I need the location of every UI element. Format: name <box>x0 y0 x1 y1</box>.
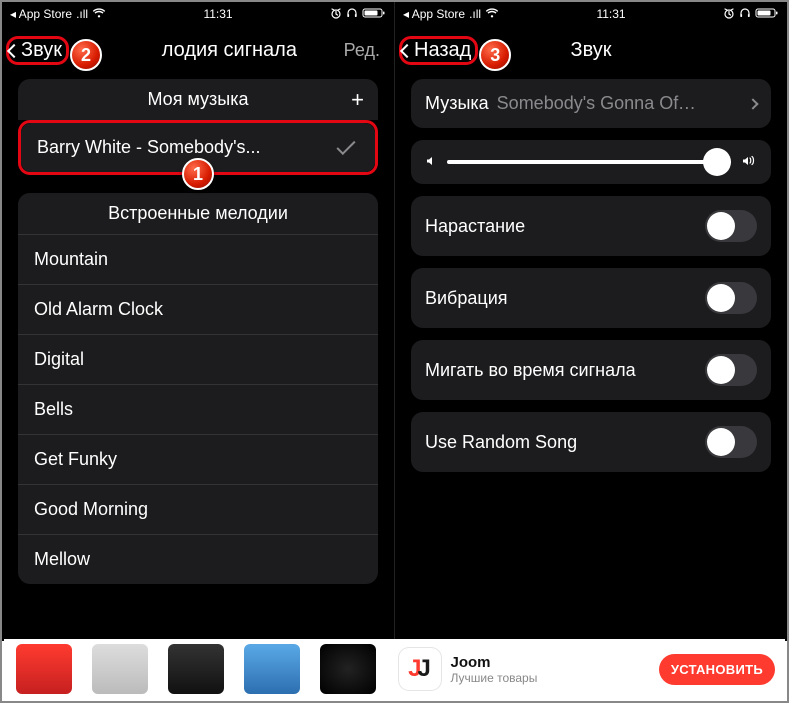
nav-title: Звук <box>570 39 611 62</box>
back-button[interactable]: Звук 2 <box>6 36 69 65</box>
random-row: Use Random Song <box>411 412 771 472</box>
marker-2: 2 <box>70 39 102 71</box>
music-label: Музыка <box>425 93 489 114</box>
back-label: Звук <box>21 39 62 62</box>
music-row[interactable]: Музыка Somebody's Gonna Off... <box>411 79 771 128</box>
ad-product-earbuds-red <box>16 644 72 694</box>
my-music-header: Моя музыка + <box>18 79 378 120</box>
speaker-low-icon <box>425 154 437 170</box>
builtin-header-label: Встроенные мелодии <box>108 203 288 223</box>
headphones-icon <box>739 7 751 22</box>
list-item[interactable]: Digital <box>18 334 378 384</box>
ad-product-headphones <box>244 644 300 694</box>
chevron-left-icon <box>400 43 414 57</box>
nav-title: лодия сигнала <box>162 39 297 62</box>
status-right <box>330 7 386 22</box>
flash-label: Мигать во время сигнала <box>425 360 636 381</box>
marker-3: 3 <box>479 39 511 71</box>
ad-joom[interactable]: JJ Joom Лучшие товары УСТАНОВИТЬ <box>389 639 786 699</box>
rise-row: Нарастание <box>411 196 771 256</box>
battery-icon <box>362 7 386 22</box>
status-right <box>723 7 779 22</box>
ad-product-charger <box>92 644 148 694</box>
headphones-icon <box>346 7 358 22</box>
flash-switch[interactable] <box>705 354 757 386</box>
back-to-appstore[interactable]: ◂ App Store <box>10 7 72 21</box>
music-value: Somebody's Gonna Off... <box>497 93 697 114</box>
marker-1: 1 <box>182 158 214 190</box>
back-to-appstore[interactable]: ◂ App Store <box>403 7 465 21</box>
wifi-icon <box>92 7 106 21</box>
canvas: ◂ App Store .ıll 11:31 <box>0 0 789 703</box>
flash-row: Мигать во время сигнала <box>411 340 771 400</box>
speaker-high-icon <box>741 154 757 170</box>
nav-bar: Назад 3 Звук <box>395 26 787 79</box>
song-title: Barry White - Somebody's... <box>37 137 261 158</box>
chevron-left-icon <box>7 43 21 57</box>
my-music-header-label: Моя музыка <box>147 89 248 110</box>
back-button[interactable]: Назад 3 <box>399 36 478 65</box>
edit-button[interactable]: Ред. <box>344 40 390 61</box>
checkmark-icon <box>336 136 355 155</box>
list-item[interactable]: Bells <box>18 384 378 434</box>
install-button[interactable]: УСТАНОВИТЬ <box>659 654 775 685</box>
list-item[interactable]: Mellow <box>18 534 378 584</box>
vibration-label: Вибрация <box>425 288 508 309</box>
signal-icon: .ıll <box>469 7 481 21</box>
list-item[interactable]: Get Funky <box>18 434 378 484</box>
builtin-list: Встроенные мелодии Mountain Old Alarm Cl… <box>18 193 378 584</box>
slider-thumb[interactable] <box>703 148 731 176</box>
vibration-row: Вибрация <box>411 268 771 328</box>
status-left: ◂ App Store .ıll <box>403 7 499 21</box>
random-switch[interactable] <box>705 426 757 458</box>
status-time: 11:31 <box>596 7 625 21</box>
nav-bar: Звук 2 лодия сигнала Ред. <box>2 26 394 79</box>
rise-label: Нарастание <box>425 216 525 237</box>
joom-name: Joom <box>451 654 649 671</box>
ad-product-watch <box>320 644 376 694</box>
ad-product-earbuds-black <box>168 644 224 694</box>
builtin-header: Встроенные мелодии <box>18 193 378 234</box>
joom-logo-icon: JJ <box>399 648 441 690</box>
wifi-icon <box>485 7 499 21</box>
signal-icon: .ıll <box>76 7 88 21</box>
vibration-switch[interactable] <box>705 282 757 314</box>
status-bar: ◂ App Store .ıll 11:31 <box>395 2 787 26</box>
phone-left: ◂ App Store .ıll 11:31 <box>2 2 395 641</box>
joom-text: Joom Лучшие товары <box>451 654 649 685</box>
battery-icon <box>755 7 779 22</box>
phones-row: ◂ App Store .ıll 11:31 <box>2 2 787 641</box>
alarm-icon <box>330 7 342 22</box>
status-bar: ◂ App Store .ıll 11:31 <box>2 2 394 26</box>
volume-slider[interactable] <box>447 160 731 164</box>
ad-products[interactable] <box>4 639 389 699</box>
ad-banner: JJ Joom Лучшие товары УСТАНОВИТЬ <box>4 639 785 699</box>
selected-song-highlight: Barry White - Somebody's... 1 <box>18 120 378 175</box>
joom-subtitle: Лучшие товары <box>451 671 649 685</box>
list-item[interactable]: Old Alarm Clock <box>18 284 378 334</box>
volume-slider-row <box>411 140 771 184</box>
status-left: ◂ App Store .ıll <box>10 7 106 21</box>
status-time: 11:31 <box>203 7 232 21</box>
list-item[interactable]: Good Morning <box>18 484 378 534</box>
list-item[interactable]: Mountain <box>18 234 378 284</box>
phone-right: ◂ App Store .ıll 11:31 <box>395 2 787 641</box>
add-music-button[interactable]: + <box>351 87 364 113</box>
chevron-right-icon <box>747 98 758 109</box>
back-label: Назад <box>414 39 471 62</box>
rise-switch[interactable] <box>705 210 757 242</box>
alarm-icon <box>723 7 735 22</box>
random-label: Use Random Song <box>425 432 577 453</box>
